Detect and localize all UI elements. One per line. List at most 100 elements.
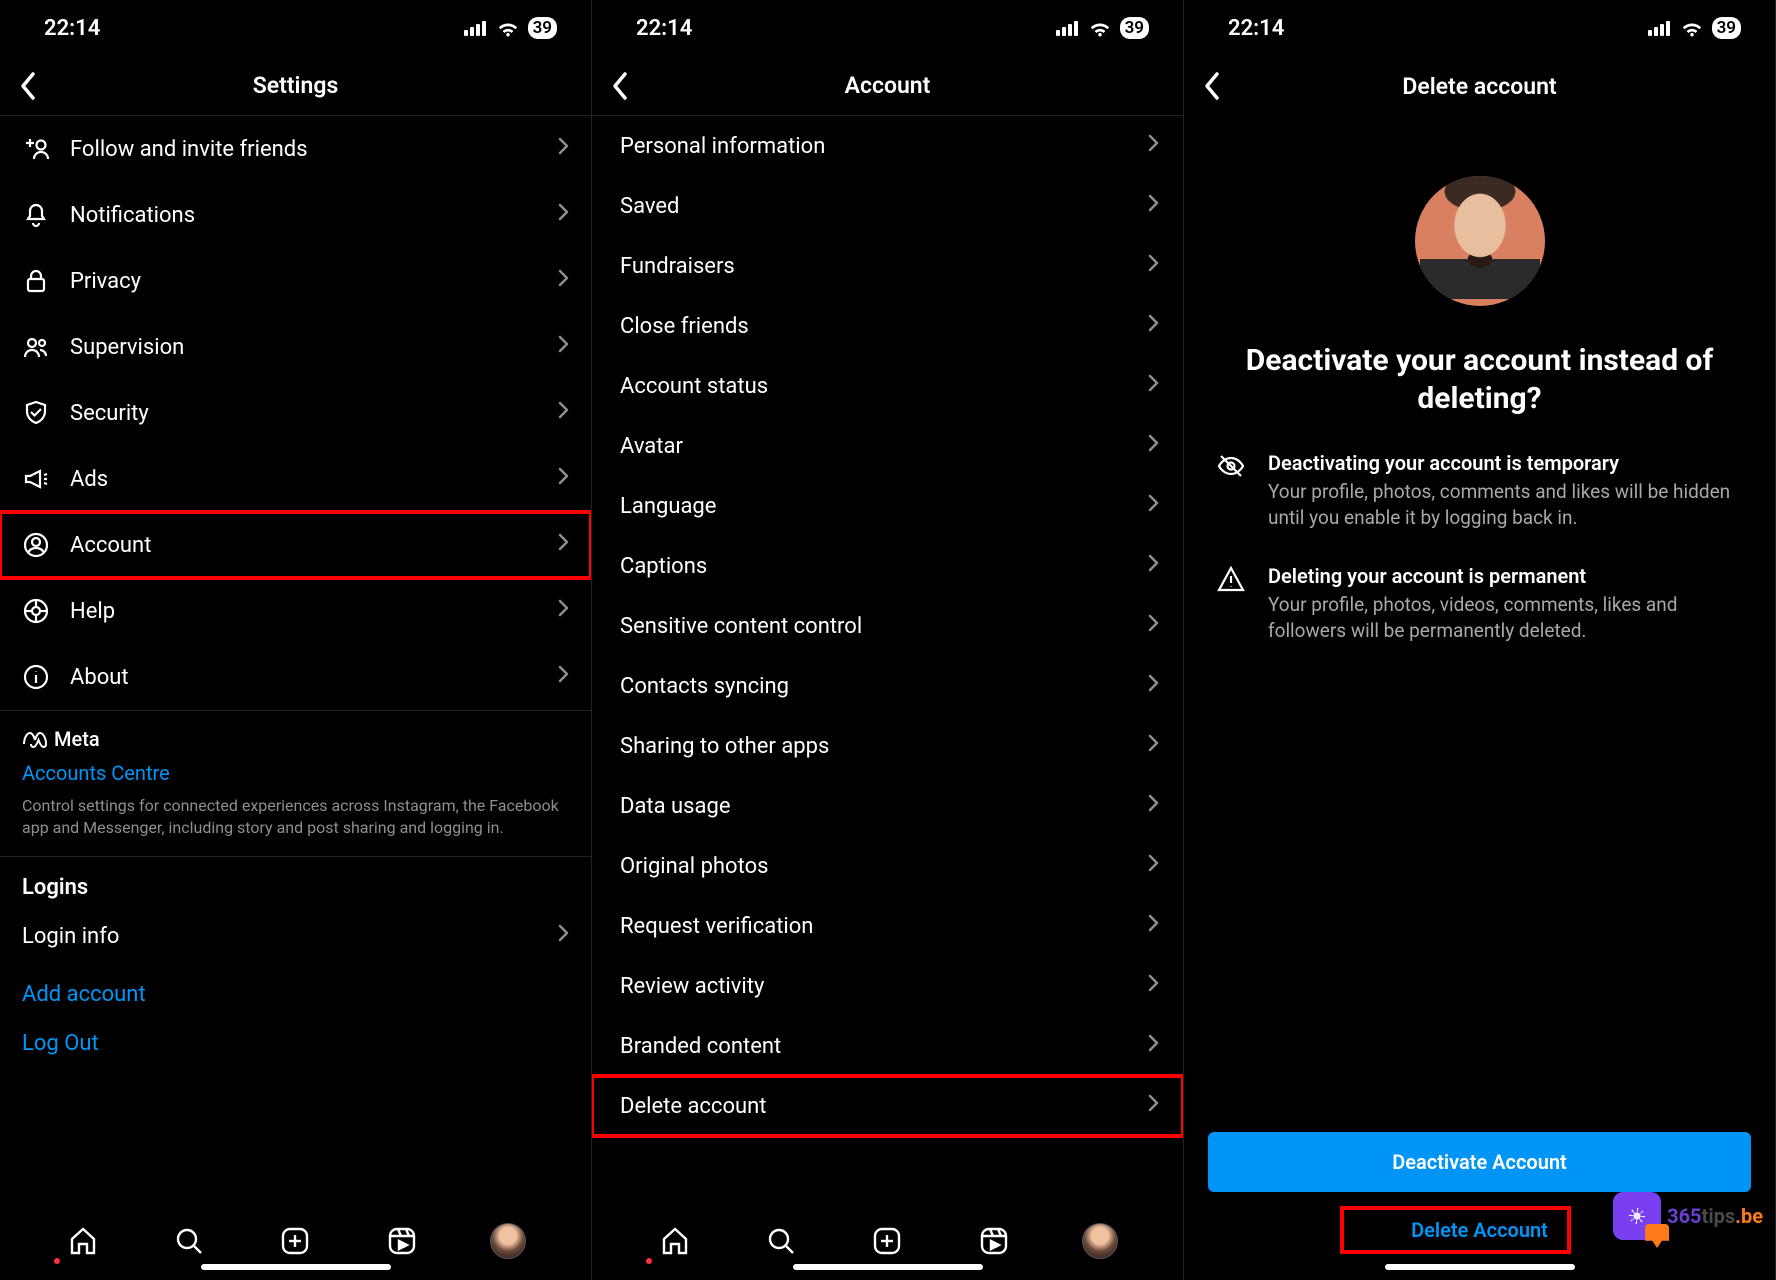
account-row-personal-information[interactable]: Personal information (592, 116, 1183, 176)
account-row-captions[interactable]: Captions (592, 536, 1183, 596)
eye-off-icon (1216, 451, 1246, 481)
settings-row-notifications[interactable]: Notifications (0, 182, 591, 248)
info-title: Deactivating your account is temporary (1268, 451, 1743, 475)
search-icon (765, 1225, 797, 1257)
settings-row-help[interactable]: Help (0, 578, 591, 644)
deactivate-button[interactable]: Deactivate Account (1208, 1132, 1751, 1192)
add-account-link[interactable]: Add account (0, 966, 591, 1023)
tab-home[interactable] (55, 1213, 111, 1269)
account-list[interactable]: Personal information Saved Fundraisers Clos… (592, 116, 1183, 1202)
account-row-request-verification[interactable]: Request verification (592, 896, 1183, 956)
row-label: Account status (620, 374, 1147, 399)
settings-row-about[interactable]: About (0, 644, 591, 710)
row-label: Delete account (620, 1094, 1147, 1119)
row-label: About (70, 665, 557, 690)
avatar (1082, 1223, 1118, 1259)
settings-list[interactable]: Follow and invite friends Notifications … (0, 116, 591, 1202)
chevron-right-icon (557, 334, 569, 354)
chevron-right-icon (557, 466, 569, 486)
row-label: Sensitive content control (620, 614, 1147, 639)
chevron-left-icon (1202, 71, 1220, 101)
help-icon (22, 597, 50, 625)
log-out-link[interactable]: Log Out (0, 1023, 591, 1060)
account-row-account-status[interactable]: Account status (592, 356, 1183, 416)
chevron-right-icon (1147, 733, 1159, 753)
account-row-sensitive-content-control[interactable]: Sensitive content control (592, 596, 1183, 656)
tab-reels[interactable] (966, 1213, 1022, 1269)
row-label: Login info (22, 924, 557, 949)
tab-search[interactable] (161, 1213, 217, 1269)
row-label: Privacy (70, 269, 557, 294)
settings-row-privacy[interactable]: Privacy (0, 248, 591, 314)
signal-icon (1056, 20, 1080, 36)
chevron-right-icon (1147, 613, 1159, 633)
battery-level: 39 (1712, 17, 1741, 39)
back-button[interactable] (0, 56, 46, 115)
tab-reels[interactable] (374, 1213, 430, 1269)
home-indicator (793, 1264, 983, 1270)
info-desc: Your profile, photos, videos, comments, … (1268, 592, 1743, 643)
chevron-right-icon (1147, 793, 1159, 813)
account-row-saved[interactable]: Saved (592, 176, 1183, 236)
row-label: Help (70, 599, 557, 624)
account-row-fundraisers[interactable]: Fundraisers (592, 236, 1183, 296)
chevron-right-icon (1147, 973, 1159, 993)
status-bar: 22:14 39 (1184, 0, 1775, 56)
tab-search[interactable] (753, 1213, 809, 1269)
account-row-branded-content[interactable]: Branded content (592, 1016, 1183, 1076)
row-label: Follow and invite friends (70, 137, 557, 162)
account-row-review-activity[interactable]: Review activity (592, 956, 1183, 1016)
account-row-close-friends[interactable]: Close friends (592, 296, 1183, 356)
settings-row-supervision[interactable]: Supervision (0, 314, 591, 380)
account-row-avatar[interactable]: Avatar (592, 416, 1183, 476)
home-indicator (201, 1264, 391, 1270)
tab-create[interactable] (267, 1213, 323, 1269)
back-button[interactable] (592, 56, 638, 115)
people-icon (22, 333, 50, 361)
chevron-right-icon (557, 598, 569, 618)
account-row-data-usage[interactable]: Data usage (592, 776, 1183, 836)
tab-profile[interactable] (480, 1213, 536, 1269)
info-delete: Deleting your account is permanent Your … (1216, 564, 1743, 643)
tab-home[interactable] (647, 1213, 703, 1269)
back-button[interactable] (1184, 56, 1230, 116)
row-label: Captions (620, 554, 1147, 579)
megaphone-icon (22, 465, 50, 493)
chevron-right-icon (1147, 193, 1159, 213)
chevron-right-icon (1147, 853, 1159, 873)
tab-create[interactable] (859, 1213, 915, 1269)
add-user-icon (22, 135, 50, 163)
deactivate-heading: Deactivate your account instead of delet… (1216, 342, 1743, 417)
status-bar: 22:14 39 (0, 0, 591, 56)
delete-account-screen: 22:14 39 Delete account Deactivate your … (1184, 0, 1776, 1280)
row-label: Notifications (70, 203, 557, 228)
tab-profile[interactable] (1072, 1213, 1128, 1269)
row-label: Fundraisers (620, 254, 1147, 279)
row-label: Supervision (70, 335, 557, 360)
info-icon (22, 663, 50, 691)
info-title: Deleting your account is permanent (1268, 564, 1743, 588)
settings-row-account[interactable]: Account (0, 512, 591, 578)
row-label: Branded content (620, 1034, 1147, 1059)
account-row-delete-account[interactable]: Delete account (592, 1076, 1183, 1136)
plus-square-icon (279, 1225, 311, 1257)
account-row-contacts-syncing[interactable]: Contacts syncing (592, 656, 1183, 716)
battery-level: 39 (1120, 17, 1149, 39)
watermark-text-3: .be (1735, 1204, 1763, 1228)
account-row-language[interactable]: Language (592, 476, 1183, 536)
settings-row-ads[interactable]: Ads (0, 446, 591, 512)
info-desc: Your profile, photos, comments and likes… (1268, 479, 1743, 530)
settings-row-follow-invite[interactable]: Follow and invite friends (0, 116, 591, 182)
row-label: Original photos (620, 854, 1147, 879)
meta-section: Meta Accounts Centre Control settings fo… (0, 710, 591, 857)
account-row-sharing-to-other-apps[interactable]: Sharing to other apps (592, 716, 1183, 776)
chevron-right-icon (557, 202, 569, 222)
tab-bar (0, 1202, 591, 1280)
settings-screen: 22:14 39 Settings Follow and invite frie… (0, 0, 592, 1280)
accounts-centre-link[interactable]: Accounts Centre (22, 761, 569, 785)
wifi-icon (1088, 19, 1112, 37)
row-label: Saved (620, 194, 1147, 219)
login-info-row[interactable]: Login info (0, 906, 591, 966)
account-row-original-photos[interactable]: Original photos (592, 836, 1183, 896)
settings-row-security[interactable]: Security (0, 380, 591, 446)
